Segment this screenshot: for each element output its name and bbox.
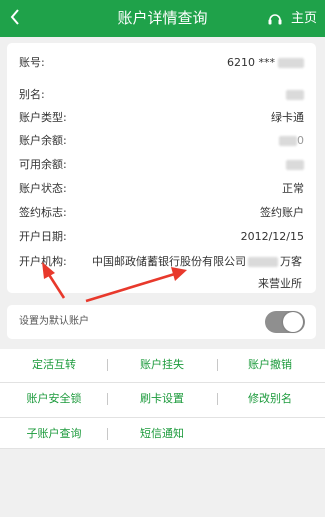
- action-security-lock[interactable]: 账户安全锁: [0, 391, 108, 407]
- divider: [217, 359, 218, 371]
- masked-value: [278, 58, 304, 68]
- branch-line-2: 来营业所: [258, 277, 302, 290]
- detail-value: 签约账户: [260, 206, 304, 219]
- default-account-label: 设置为默认账户: [19, 316, 89, 327]
- branch-value: 中国邮政储蓄银行股份有限公司 万客 来营业所: [89, 251, 302, 295]
- home-button[interactable]: 主页: [267, 10, 317, 27]
- detail-label: 签约标志:: [19, 206, 67, 219]
- detail-value: 6210 ***: [227, 54, 304, 72]
- detail-row-account-type: 账户类型: 绿卡通: [19, 109, 304, 127]
- detail-label: 账户余额:: [19, 134, 67, 147]
- detail-row-available-balance: 可用余额:: [19, 156, 304, 174]
- divider: [0, 382, 325, 383]
- detail-value: 绿卡通: [271, 111, 304, 124]
- masked-value: [286, 160, 304, 170]
- divider: [0, 417, 325, 418]
- detail-label: 账户状态:: [19, 182, 67, 195]
- toggle-knob: [283, 312, 303, 332]
- action-sms-notification[interactable]: 短信通知: [108, 426, 216, 442]
- branch-line-1: 中国邮政储蓄银行股份有限公司 万客: [92, 255, 302, 268]
- detail-row-open-date: 开户日期: 2012/12/15: [19, 228, 304, 246]
- masked-value: [286, 90, 304, 100]
- detail-label: 别名:: [19, 88, 45, 101]
- divider: [0, 448, 325, 449]
- detail-row-signing-flag: 签约标志: 签约账户: [19, 204, 304, 222]
- detail-value: 0: [279, 132, 304, 150]
- detail-label: 账号:: [19, 56, 45, 69]
- detail-value: 2012/12/15: [240, 230, 304, 243]
- divider: [107, 393, 108, 405]
- account-details-card: 账号: 6210 *** 别名: 账户类型: 绿卡通 账户余额: 0 可用余额:…: [7, 43, 316, 293]
- action-time-deposit-transfer[interactable]: 定活互转: [0, 357, 108, 373]
- detail-label: 开户日期:: [19, 230, 67, 243]
- detail-label: 开户机构:: [19, 255, 67, 268]
- default-account-toggle[interactable]: [265, 311, 305, 333]
- action-grid: 定活互转 账户挂失 账户撤销 账户安全锁 刷卡设置 修改别名 子账户查询 短信通…: [0, 349, 325, 449]
- detail-value: [286, 86, 304, 104]
- header-bar: 账户详情查询 主页: [0, 0, 325, 37]
- headset-icon: [268, 13, 282, 24]
- divider: [217, 393, 218, 405]
- action-edit-alias[interactable]: 修改别名: [216, 391, 324, 407]
- detail-row-status: 账户状态: 正常: [19, 180, 304, 198]
- detail-row-account-number: 账号: 6210 ***: [19, 54, 304, 72]
- detail-row-alias: 别名:: [19, 86, 304, 104]
- divider: [107, 359, 108, 371]
- divider: [107, 428, 108, 440]
- default-account-setting: 设置为默认账户: [7, 305, 316, 339]
- detail-value: [286, 156, 304, 174]
- action-report-loss[interactable]: 账户挂失: [108, 357, 216, 373]
- detail-value: 正常: [282, 182, 304, 195]
- action-card-settings[interactable]: 刷卡设置: [108, 391, 216, 407]
- action-close-account[interactable]: 账户撤销: [216, 357, 324, 373]
- detail-label: 账户类型:: [19, 111, 67, 124]
- masked-value: [248, 257, 278, 267]
- home-label: 主页: [290, 11, 317, 26]
- masked-value: [279, 136, 297, 146]
- detail-label: 可用余额:: [19, 158, 67, 171]
- action-sub-account-query[interactable]: 子账户查询: [0, 426, 108, 442]
- detail-row-balance: 账户余额: 0: [19, 132, 304, 150]
